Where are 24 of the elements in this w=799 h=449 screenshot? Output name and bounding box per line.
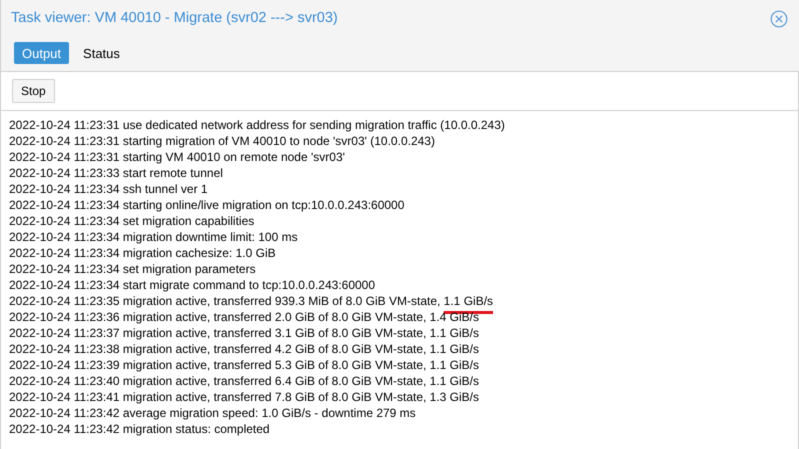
log-line: 2022-10-24 11:23:37 migration active, transferred 3.1 GiB of 8.0 GiB VM-state, 1.1 GiB/s <box>9 325 480 341</box>
log-line: 2022-10-24 11:23:38 migration active, transferred 4.2 GiB of 8.0 GiB VM-state, 1.1 GiB/s <box>9 341 480 357</box>
stop-button[interactable]: Stop <box>12 79 55 103</box>
log-line: 2022-10-24 11:23:34 starting online/live migration on tcp:10.0.0.243:60000 <box>9 197 404 213</box>
window-title: Task viewer: VM 40010 - Migrate (svr02 ---> svr03) <box>11 10 338 26</box>
log-line: 2022-10-24 11:23:35 migration active, transferred 939.3 MiB of 8.0 GiB VM-state, 1.1 GiB/s <box>9 293 494 309</box>
log-line: 2022-10-24 11:23:34 migration cachesize: 1.0 GiB <box>9 245 276 261</box>
log-line: 2022-10-24 11:23:34 ssh tunnel ver 1 <box>9 181 208 197</box>
log-line: 2022-10-24 11:23:33 start remote tunnel <box>9 165 223 181</box>
close-icon[interactable] <box>770 10 788 28</box>
log-line: 2022-10-24 11:23:31 use dedicated network address for sending migration traffic (10.0.0.243) <box>9 117 505 133</box>
tab[interactable]: Status <box>75 42 128 64</box>
log-line: 2022-10-24 11:23:34 set migration parameters <box>9 261 256 277</box>
log-line: 2022-10-24 11:23:42 average migration speed: 1.0 GiB/s - downtime 279 ms <box>9 405 416 421</box>
log-line: 2022-10-24 11:23:31 starting VM 40010 on remote node 'svr03' <box>9 149 345 165</box>
log-line: 2022-10-24 11:23:42 migration status: completed <box>9 421 270 437</box>
log-line: 2022-10-24 11:23:40 migration active, transferred 6.4 GiB of 8.0 GiB VM-state, 1.1 GiB/s <box>9 373 480 389</box>
log-line: 2022-10-24 11:23:34 migration downtime limit: 100 ms <box>9 229 298 245</box>
log-line: 2022-10-24 11:23:41 migration active, transferred 7.8 GiB of 8.0 GiB VM-state, 1.3 GiB/s <box>9 389 480 405</box>
log-line: 2022-10-24 11:23:31 starting migration of VM 40010 to node 'svr03' (10.0.0.243) <box>9 133 435 149</box>
log-line: 2022-10-24 11:23:34 start migrate command to tcp:10.0.0.243:60000 <box>9 277 376 293</box>
log-line: 2022-10-24 11:23:34 set migration capabilities <box>9 213 254 229</box>
log-line: 2022-10-24 11:23:36 migration active, transferred 2.0 GiB of 8.0 GiB VM-state, 1.4 GiB/s <box>9 309 480 325</box>
log-line: 2022-10-24 11:23:39 migration active, transferred 5.3 GiB of 8.0 GiB VM-state, 1.1 GiB/s <box>9 357 480 373</box>
